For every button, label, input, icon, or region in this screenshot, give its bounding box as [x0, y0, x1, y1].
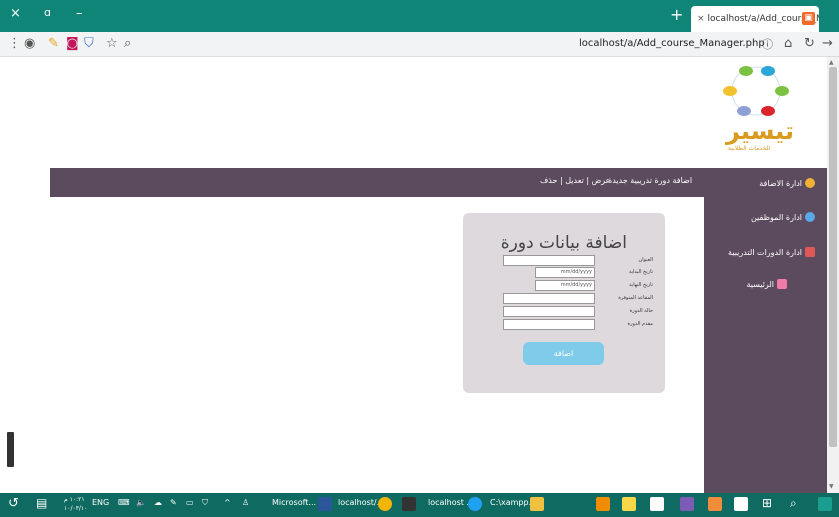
form-title: اضافة بيانات دورة [500, 233, 627, 253]
sidebar-item-employees[interactable]: ادارة الموظفين [751, 212, 815, 222]
sidebar-item-home[interactable]: الرئيسية [746, 279, 787, 289]
pocket-icon[interactable]: ◙ [66, 36, 79, 51]
start-date-input[interactable]: mm/dd/yyyy [535, 267, 595, 278]
browser-tab[interactable]: ×localhost/a/Add_course_Manage ▣ [691, 6, 819, 32]
seats-input[interactable] [503, 293, 595, 304]
side-handle[interactable] [7, 432, 14, 467]
form-row-end-date: mm/dd/yyyy تاريخ النهاية [503, 280, 653, 291]
notification-icon[interactable]: ▤ [36, 496, 47, 510]
menu-icon[interactable]: ⋮ [8, 36, 21, 51]
form-row-status: حالة الدورة [503, 306, 653, 317]
url-field[interactable]: localhost/a/Add_course_Manager.php [579, 38, 765, 49]
top-nav: اضافة دورة تدريبية جديدة عرض | تعديل | ح… [50, 168, 827, 197]
home-button-icon[interactable]: ⌂ [784, 36, 792, 51]
scrollbar-thumb[interactable] [829, 67, 837, 447]
language-indicator[interactable]: ENG [92, 498, 109, 507]
calendar-app-icon[interactable] [402, 497, 416, 511]
form-row-start-date: mm/dd/yyyy تاريخ البداية [503, 267, 653, 278]
store-icon[interactable] [734, 497, 748, 511]
chrome-icon [378, 497, 392, 511]
volume-icon[interactable]: 🔈 [136, 498, 146, 507]
window-close-button[interactable]: × [10, 6, 21, 21]
end-date-input[interactable]: mm/dd/yyyy [535, 280, 595, 291]
sidebar-item-label: ادارة الموظفين [751, 212, 802, 222]
add-course-form: اضافة بيانات دورة العنوان mm/dd/yyyy تار… [463, 213, 665, 393]
tab-close-icon[interactable]: × [697, 14, 705, 24]
sidebar-item-label: ادارة الدورات التدريبية [728, 247, 802, 257]
taskbar-app-word[interactable]: Microsoft... [272, 498, 316, 507]
presenter-input[interactable] [503, 319, 595, 330]
users-icon [805, 212, 815, 222]
people-icon[interactable]: ♙ [242, 498, 249, 507]
status-input[interactable] [503, 306, 595, 317]
taskbar-pinned-4-icon[interactable] [708, 497, 722, 511]
page-scrollbar[interactable]: ▲ ▼ [827, 57, 839, 493]
seats-label: المقاعد المتوفرة [618, 295, 653, 301]
new-tab-button[interactable]: + [670, 5, 683, 24]
back-arrow-icon[interactable]: → [822, 36, 833, 51]
end-date-label: تاريخ النهاية [629, 282, 653, 288]
favicon-icon: ▣ [802, 12, 815, 25]
extension-key-icon[interactable]: ✎ [48, 36, 59, 51]
form-row-presenter: مقدم الدورة [503, 319, 653, 330]
title-input[interactable] [503, 255, 595, 266]
taskbar-search-icon[interactable]: ⌕ [790, 496, 797, 511]
sidebar [704, 197, 827, 493]
sidebar-item-add-admin[interactable]: ادارة الاضافة [759, 178, 815, 188]
pen-icon[interactable]: ✎ [170, 498, 177, 507]
taskbar-pinned-2-icon[interactable] [622, 497, 636, 511]
cortana-icon[interactable]: ↺ [8, 496, 19, 511]
scroll-down-icon[interactable]: ▼ [829, 483, 834, 490]
taskbar-pinned-3-icon[interactable] [680, 497, 694, 511]
start-date-label: تاريخ البداية [628, 269, 653, 275]
start-button-icon[interactable] [818, 497, 832, 511]
window-minimize-button[interactable]: – [76, 6, 83, 21]
scroll-up-icon[interactable]: ▲ [829, 59, 834, 66]
submit-button[interactable]: اضافة [523, 342, 604, 365]
window-restore-button[interactable]: ɑ [44, 6, 51, 19]
edge-icon [468, 497, 482, 511]
cloud-icon[interactable]: ☁ [154, 498, 162, 507]
title-label: العنوان [638, 257, 653, 263]
address-bar: ⋮ ◉ ✎ ◙ ⛉ ☆ ⌕ localhost/a/Add_course_Man… [0, 32, 839, 57]
info-icon[interactable]: ⓘ [762, 36, 773, 52]
folder-icon [530, 497, 544, 511]
page-content: تيسير للخدمات الطلابية اضافة دورة تدريبي… [0, 57, 827, 493]
logo: تيسير للخدمات الطلابية [716, 63, 796, 157]
sidebar-item-courses[interactable]: ادارة الدورات التدريبية [728, 247, 815, 257]
profile-icon[interactable]: ◉ [24, 36, 35, 51]
sidebar-item-label: الرئيسية [746, 279, 774, 289]
keyboard-icon[interactable]: ⌨ [118, 498, 130, 507]
nav-add-course-link[interactable]: اضافة دورة تدريبية جديدة [608, 176, 692, 185]
form-row-title: العنوان [503, 255, 653, 266]
presenter-label: مقدم الدورة [627, 321, 653, 327]
taskbar-pinned-1-icon[interactable] [596, 497, 610, 511]
calendar-icon [805, 247, 815, 257]
form-row-seats: المقاعد المتوفرة [503, 293, 653, 304]
shield-icon[interactable]: ⛉ [84, 36, 94, 51]
user-add-icon [805, 178, 815, 188]
reload-icon[interactable]: ↻ [804, 36, 815, 51]
browser-titlebar: × ɑ – + ×localhost/a/Add_course_Manage ▣ [0, 0, 839, 32]
home-icon [777, 279, 787, 289]
clock-date: ١٠/٠٣/١٠ [64, 505, 88, 512]
sidebar-item-label: ادارة الاضافة [759, 178, 802, 188]
clock-time: ١٠:٢١ م [64, 496, 85, 503]
word-icon [318, 497, 332, 511]
taskbar: ↺ ▤ ١٠:٢١ م ١٠/٠٣/١٠ ENG ⌨ 🔈 ☁ ✎ ▭ ⛉ ^ ♙… [0, 493, 839, 517]
mail-icon[interactable] [650, 497, 664, 511]
task-view-icon[interactable]: ⊞ [762, 496, 772, 510]
bookmark-star-icon[interactable]: ☆ [106, 36, 118, 51]
security-icon[interactable]: ⛉ [202, 498, 208, 508]
battery-icon[interactable]: ▭ [186, 498, 194, 507]
tray-expand-icon[interactable]: ^ [224, 498, 231, 507]
status-label: حالة الدورة [629, 308, 653, 314]
search-icon[interactable]: ⌕ [124, 36, 131, 51]
logo-subtitle: للخدمات الطلابية [728, 145, 771, 152]
nav-view-edit-delete-link[interactable]: عرض | تعديل | حذف [540, 176, 610, 185]
logo-text: تيسير [726, 117, 794, 145]
